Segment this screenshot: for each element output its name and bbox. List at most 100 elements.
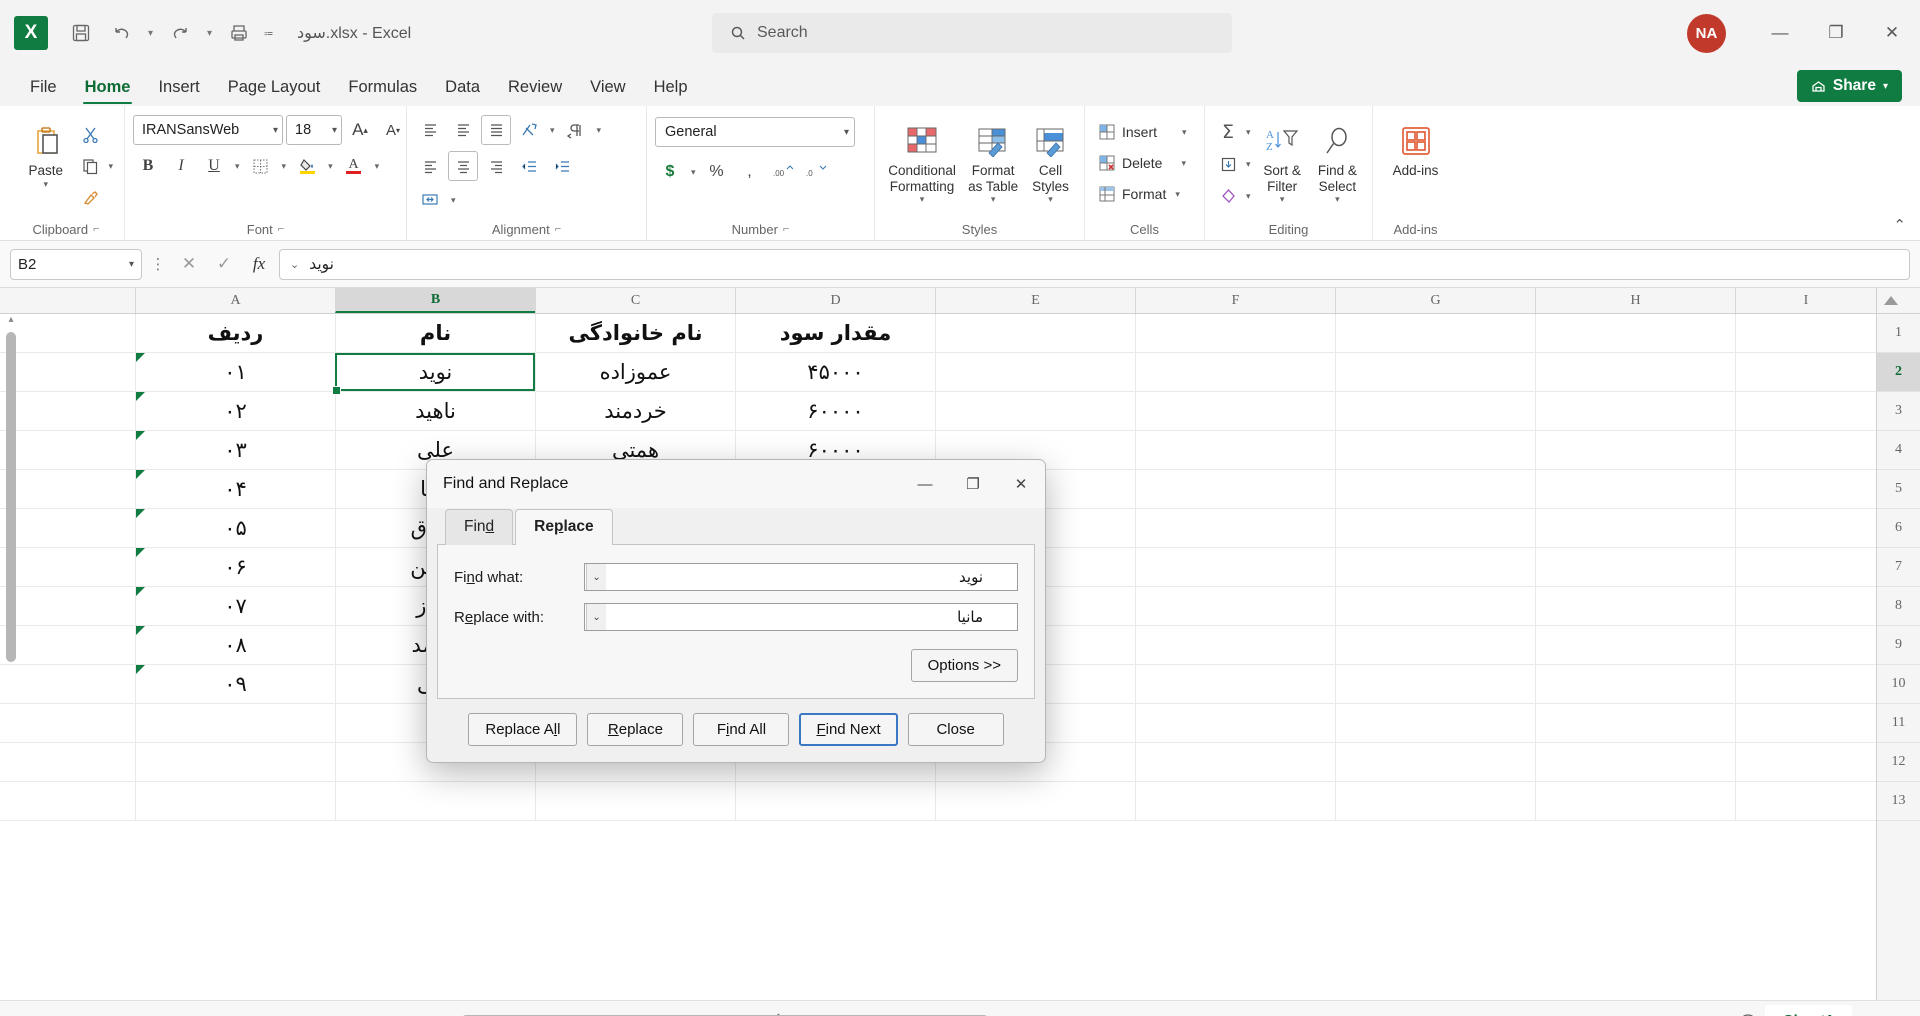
row-header-2[interactable]: 2 [1877, 353, 1920, 392]
cell-G9[interactable] [1335, 626, 1535, 664]
cell-F13[interactable] [1135, 782, 1335, 820]
cell-H3[interactable] [1535, 392, 1735, 430]
cell-A11[interactable] [135, 704, 335, 742]
borders-icon[interactable] [246, 151, 276, 181]
orientation-icon[interactable] [514, 115, 544, 145]
underline-button[interactable]: U [199, 151, 229, 181]
cancel-edit-icon[interactable]: ✕ [174, 249, 204, 280]
customize-quick-access-icon[interactable]: ⩴ [260, 14, 277, 52]
ribbon-tab-home[interactable]: Home [71, 70, 145, 106]
cell-F11[interactable] [1135, 704, 1335, 742]
cell-A10[interactable]: ۰۹ [135, 665, 335, 703]
find-what-input[interactable]: نوید ⌄ [584, 563, 1018, 591]
cell-E3[interactable] [935, 392, 1135, 430]
font-color-dropdown-icon[interactable]: ▾ [372, 161, 383, 172]
find-what-dropdown-icon[interactable]: ⌄ [586, 564, 606, 590]
replace-button[interactable]: Replace [587, 713, 684, 746]
cell-F7[interactable] [1135, 548, 1335, 586]
ribbon-tab-file[interactable]: File [16, 70, 71, 106]
row-header-11[interactable]: 11 [1877, 704, 1920, 743]
name-box-dropdown-icon[interactable]: ▾ [129, 259, 134, 270]
cell-G2[interactable] [1335, 353, 1535, 391]
cell-H2[interactable] [1535, 353, 1735, 391]
cell-F1[interactable] [1135, 314, 1335, 352]
cell-I9[interactable] [1735, 626, 1876, 664]
column-header-A[interactable]: A [135, 288, 335, 313]
align-center-icon[interactable] [448, 151, 478, 181]
cell-A9[interactable]: ۰۸ [135, 626, 335, 664]
collapse-ribbon-icon[interactable]: ⌃ [1893, 216, 1906, 234]
delete-dropdown-icon[interactable]: ▾ [1178, 158, 1189, 169]
expand-formula-bar-icon[interactable]: ⌄ [290, 258, 299, 271]
sort-filter-dropdown-icon[interactable]: ▾ [1277, 194, 1288, 204]
cell-D2[interactable]: ۴۵۰۰۰ [735, 353, 935, 391]
underline-dropdown-icon[interactable]: ▾ [232, 161, 243, 172]
cell-F4[interactable] [1135, 431, 1335, 469]
column-header-I[interactable]: I [1735, 288, 1876, 313]
align-right-icon[interactable] [481, 151, 511, 181]
copy-dropdown-icon[interactable]: ▾ [105, 161, 116, 172]
cell-A6[interactable]: ۰۵ [135, 509, 335, 547]
font-size-combo[interactable]: 18 ▾ [286, 115, 342, 145]
cell-I8[interactable] [1735, 587, 1876, 625]
borders-dropdown-icon[interactable]: ▾ [279, 161, 290, 172]
cell-E13[interactable] [935, 782, 1135, 820]
cell-A8[interactable]: ۰۷ [135, 587, 335, 625]
ribbon-tab-insert[interactable]: Insert [144, 70, 213, 106]
formula-input[interactable]: نوید ⌄ [279, 248, 1910, 280]
cell-B2[interactable]: نوید [332, 353, 535, 395]
increase-font-size-icon[interactable]: A ▴ [345, 115, 375, 145]
cell-C3[interactable]: خردمند [535, 392, 735, 430]
cell-H4[interactable] [1535, 431, 1735, 469]
cell-D1[interactable]: مقدار سود [735, 314, 935, 352]
cell-H5[interactable] [1535, 470, 1735, 508]
row-header-4[interactable]: 4 [1877, 431, 1920, 470]
copy-icon[interactable] [75, 151, 105, 181]
find-all-button[interactable]: Find All [693, 713, 790, 746]
cell-H7[interactable] [1535, 548, 1735, 586]
row-header-3[interactable]: 3 [1877, 392, 1920, 431]
cell-H9[interactable] [1535, 626, 1735, 664]
comma-format-button[interactable]: , [735, 157, 765, 187]
conditional-formatting-button[interactable]: Conditional Formatting ▾ [883, 115, 961, 204]
cell-F5[interactable] [1135, 470, 1335, 508]
column-header-G[interactable]: G [1335, 288, 1535, 313]
cell-I12[interactable] [1735, 743, 1876, 781]
ribbon-tab-review[interactable]: Review [494, 70, 576, 106]
cell-I10[interactable] [1735, 665, 1876, 703]
row-header-1[interactable]: 1 [1877, 314, 1920, 353]
cell-B13[interactable] [335, 782, 535, 820]
vertical-scroll-thumb[interactable] [6, 332, 16, 662]
alignment-dialog-launcher-icon[interactable]: ⌐ [555, 223, 561, 235]
cell-A13[interactable] [135, 782, 335, 820]
bottom-align-icon[interactable] [481, 115, 511, 145]
close-dialog-button[interactable]: Close [907, 713, 1004, 746]
find-select-button[interactable]: Find & Select ▾ [1311, 115, 1364, 204]
format-cells-button[interactable]: Format ▾ [1093, 179, 1195, 209]
avatar[interactable]: NA [1687, 13, 1726, 53]
redo-dropdown-icon[interactable]: ▾ [201, 14, 218, 52]
name-box[interactable]: B2 ▾ [10, 248, 142, 280]
top-align-icon[interactable] [415, 115, 445, 145]
redo-icon[interactable] [161, 14, 199, 52]
cell-G8[interactable] [1335, 587, 1535, 625]
share-button[interactable]: Share ▾ [1796, 70, 1902, 102]
column-header-C[interactable]: C [535, 288, 735, 313]
cell-F12[interactable] [1135, 743, 1335, 781]
currency-dropdown-icon[interactable]: ▾ [688, 167, 699, 178]
cell-F9[interactable] [1135, 626, 1335, 664]
sheet-next-icon[interactable]: › [1852, 1008, 1878, 1016]
row-header-10[interactable]: 10 [1877, 665, 1920, 704]
font-size-dropdown-icon[interactable]: ▾ [332, 125, 337, 136]
autosum-button[interactable]: Σ [1213, 117, 1243, 147]
cell-styles-dropdown-icon[interactable]: ▾ [1045, 194, 1056, 204]
cell-E1[interactable] [935, 314, 1135, 352]
cell-G10[interactable] [1335, 665, 1535, 703]
restore-button[interactable]: ❐ [1808, 0, 1864, 66]
dialog-maximize-button[interactable]: ❐ [949, 460, 997, 508]
merge-center-dropdown-icon[interactable]: ▾ [448, 195, 459, 206]
fill-color-dropdown-icon[interactable]: ▾ [325, 161, 336, 172]
ribbon-tab-formulas[interactable]: Formulas [334, 70, 431, 106]
fill-down-icon[interactable] [1213, 149, 1243, 179]
merge-center-icon[interactable] [415, 185, 445, 215]
